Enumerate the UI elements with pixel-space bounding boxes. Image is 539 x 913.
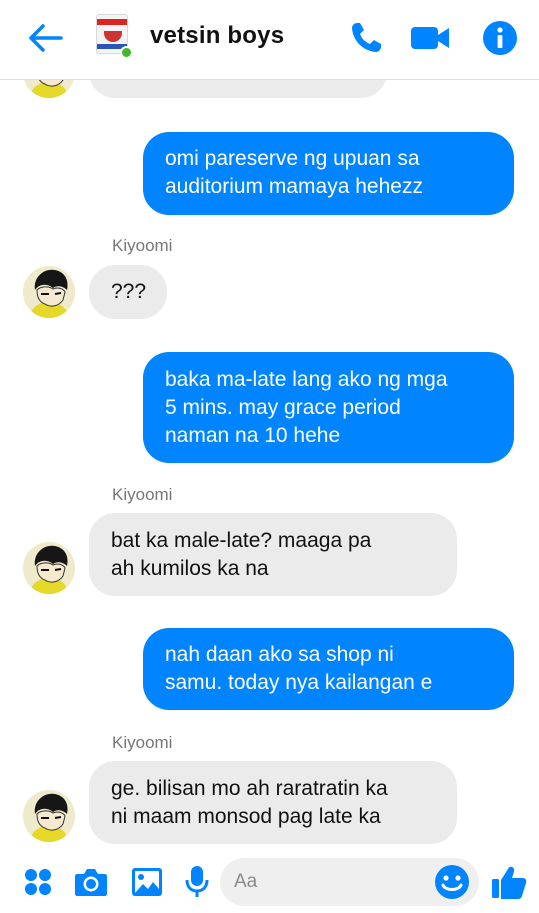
message-line: baka ma-late lang ako ng mga <box>165 368 448 391</box>
video-call-icon[interactable] <box>410 18 450 58</box>
message-line: ni maam monsod pag late ka <box>111 805 381 828</box>
info-icon[interactable] <box>480 18 520 58</box>
emoji-icon[interactable] <box>434 864 470 900</box>
camera-icon[interactable] <box>71 862 111 902</box>
sender-name: Kiyoomi <box>112 733 173 752</box>
message-line: nah daan ako sa shop ni <box>165 643 394 666</box>
back-arrow-icon[interactable] <box>24 18 68 58</box>
message-line: 5 mins. may grace period <box>165 396 401 419</box>
avatar[interactable] <box>23 790 75 842</box>
incoming-message[interactable]: ge. bilisan mo ah raratratin ka ni maam … <box>89 761 457 844</box>
group-avatar[interactable] <box>94 14 134 59</box>
chat-title[interactable]: vetsin boys <box>150 22 284 50</box>
message-line: auditorium mamaya hehezz <box>165 175 423 198</box>
message-list[interactable]: omi pareserve ng upuan sa auditorium mam… <box>0 80 539 850</box>
gallery-icon[interactable] <box>127 862 167 902</box>
microphone-icon[interactable] <box>177 862 217 902</box>
chat-header: vetsin boys <box>0 0 539 80</box>
sender-name: Kiyoomi <box>112 236 173 255</box>
message-composer <box>0 850 539 913</box>
incoming-message[interactable]: bat ka male-late? maaga pa ah kumilos ka… <box>89 513 457 596</box>
message-line: ah kumilos ka na <box>111 557 269 580</box>
message-line: naman na 10 hehe <box>165 424 341 447</box>
message-input[interactable] <box>234 866 424 898</box>
avatar[interactable] <box>23 266 75 318</box>
outgoing-message[interactable]: omi pareserve ng upuan sa auditorium mam… <box>143 132 514 215</box>
sender-name: Kiyoomi <box>112 485 173 504</box>
more-apps-icon[interactable] <box>18 862 58 902</box>
incoming-message-partial[interactable] <box>89 80 387 98</box>
avatar[interactable] <box>23 80 75 98</box>
thumbs-up-icon[interactable] <box>489 862 529 902</box>
outgoing-message[interactable]: nah daan ako sa shop ni samu. today nya … <box>143 628 514 710</box>
message-line: samu. today nya kailangan e <box>165 671 433 694</box>
incoming-message[interactable]: ??? <box>89 265 167 319</box>
message-line: omi pareserve ng upuan sa <box>165 147 420 170</box>
message-line: ??? <box>111 280 147 303</box>
avatar[interactable] <box>23 542 75 594</box>
online-status-dot <box>120 46 133 59</box>
message-line: ge. bilisan mo ah raratratin ka <box>111 777 388 800</box>
message-text-field[interactable] <box>220 858 479 906</box>
message-line: bat ka male-late? maaga pa <box>111 529 372 552</box>
outgoing-message[interactable]: baka ma-late lang ako ng mga 5 mins. may… <box>143 352 514 463</box>
phone-icon[interactable] <box>346 18 386 58</box>
